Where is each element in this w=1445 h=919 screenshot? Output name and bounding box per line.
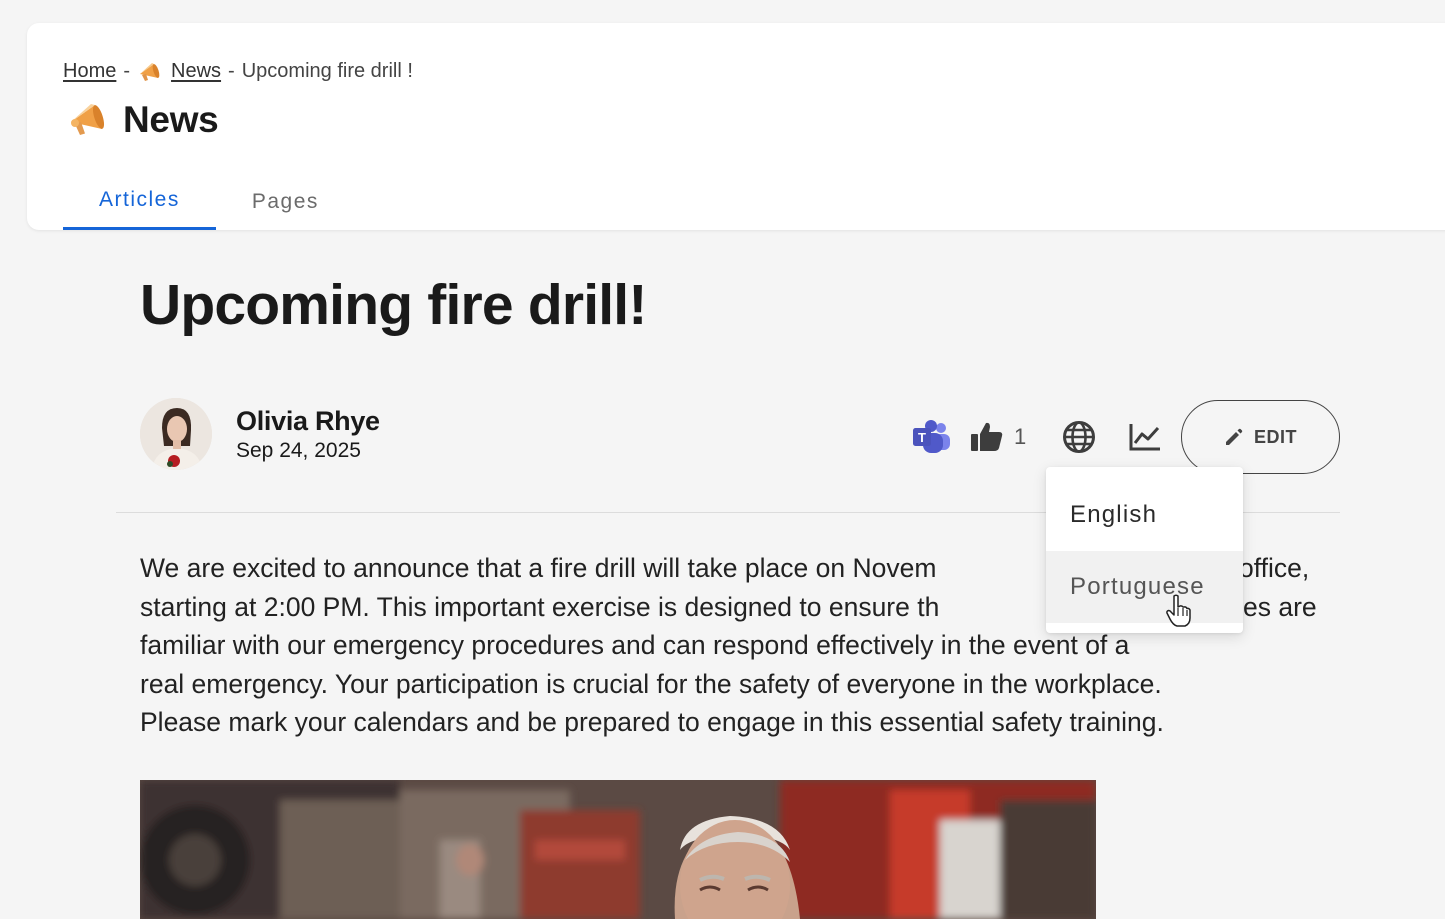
analytics-button[interactable] [1128,422,1162,452]
body-line-text: We are excited to announce that a fire d… [140,553,937,583]
megaphone-icon [71,104,105,135]
breadcrumb-separator: - [123,60,131,82]
chart-line-icon [1129,424,1161,451]
globe-icon [1063,421,1096,453]
like-button[interactable]: 1 [970,421,1026,453]
page-heading: News [123,99,219,140]
fire-truck-photo [140,780,1096,919]
language-button[interactable] [1062,420,1096,454]
edit-button-label: EDIT [1253,426,1297,447]
avatar[interactable] [140,398,212,470]
article-title: Upcoming fire drill! [140,273,647,337]
author-info: Olivia Rhye Sep 24, 2025 [140,398,380,470]
breadcrumb-news-label: News [171,60,222,82]
tab-bar: Articles Pages [63,173,355,230]
share-teams-button[interactable]: T [912,419,952,455]
megaphone-icon [140,62,160,81]
body-line: real emergency. Your participation is cr… [140,668,1162,699]
article-actions: T 1 [912,400,1162,474]
breadcrumb-separator: - [228,60,235,82]
tab-articles[interactable]: Articles [63,173,216,230]
teams-icon: T [913,420,950,453]
language-option-english[interactable]: English [1046,479,1243,551]
hand-cursor-icon [1166,594,1191,627]
thumbs-up-icon [971,422,1003,451]
header-card: Home - News - Upcoming fire drill ! News… [27,23,1445,230]
breadcrumb: Home - News - Upcoming fire drill ! [63,60,413,83]
publish-date: Sep 24, 2025 [236,438,361,462]
like-count: 1 [1014,424,1027,449]
tab-pages[interactable]: Pages [216,173,355,230]
body-line-text: office, [1239,553,1310,583]
svg-text:T: T [918,430,926,445]
breadcrumb-home-link[interactable]: Home [63,60,116,83]
body-line-text: starting at 2:00 PM. This important exer… [140,591,940,622]
breadcrumb-current: Upcoming fire drill ! [241,60,413,82]
edit-button[interactable]: EDIT [1181,400,1340,474]
language-option-portuguese[interactable]: Portuguese [1046,551,1243,623]
pencil-icon [1225,428,1243,445]
body-line-text: es are [1243,591,1317,622]
language-dropdown: English Portuguese [1046,467,1243,633]
breadcrumb-news-link[interactable]: News [137,60,221,83]
body-line: Please mark your calendars and be prepar… [140,707,1164,737]
article-hero-image [140,780,1096,919]
author-name[interactable]: Olivia Rhye [236,406,380,437]
avatar-image [140,398,212,470]
author-meta: Olivia Rhye Sep 24, 2025 [236,406,380,463]
page-title: News [67,99,219,141]
